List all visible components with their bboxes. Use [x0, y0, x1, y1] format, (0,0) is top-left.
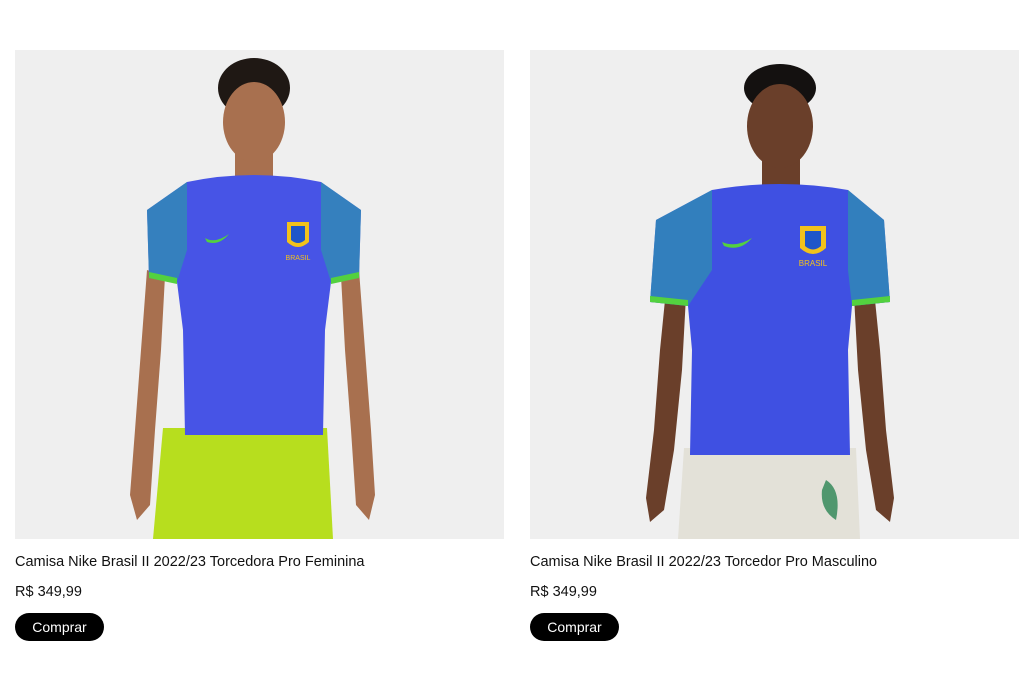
shorts: [153, 428, 333, 539]
product-image-women-jersey[interactable]: BRASIL: [15, 50, 504, 539]
crest-text: BRASIL: [286, 255, 311, 262]
product-price: R$ 349,99: [530, 584, 597, 600]
product-card[interactable]: BRASIL Camisa Nike Brasil II 2022/23 Tor…: [530, 50, 1019, 641]
product-image-men-jersey[interactable]: BRASIL: [530, 50, 1019, 539]
buy-button[interactable]: Comprar: [530, 613, 619, 641]
product-price: R$ 349,99: [15, 584, 82, 600]
product-card[interactable]: BRASIL Camisa Nike Brasil II 2022/23 Tor…: [15, 50, 504, 641]
head: [747, 84, 813, 168]
head: [223, 82, 285, 162]
product-photo: BRASIL: [530, 50, 1019, 539]
product-title[interactable]: Camisa Nike Brasil II 2022/23 Torcedor P…: [530, 553, 1019, 571]
product-photo: BRASIL: [15, 50, 504, 539]
product-title[interactable]: Camisa Nike Brasil II 2022/23 Torcedora …: [15, 553, 504, 571]
crest-text: BRASIL: [799, 259, 828, 268]
buy-button[interactable]: Comprar: [15, 613, 104, 641]
